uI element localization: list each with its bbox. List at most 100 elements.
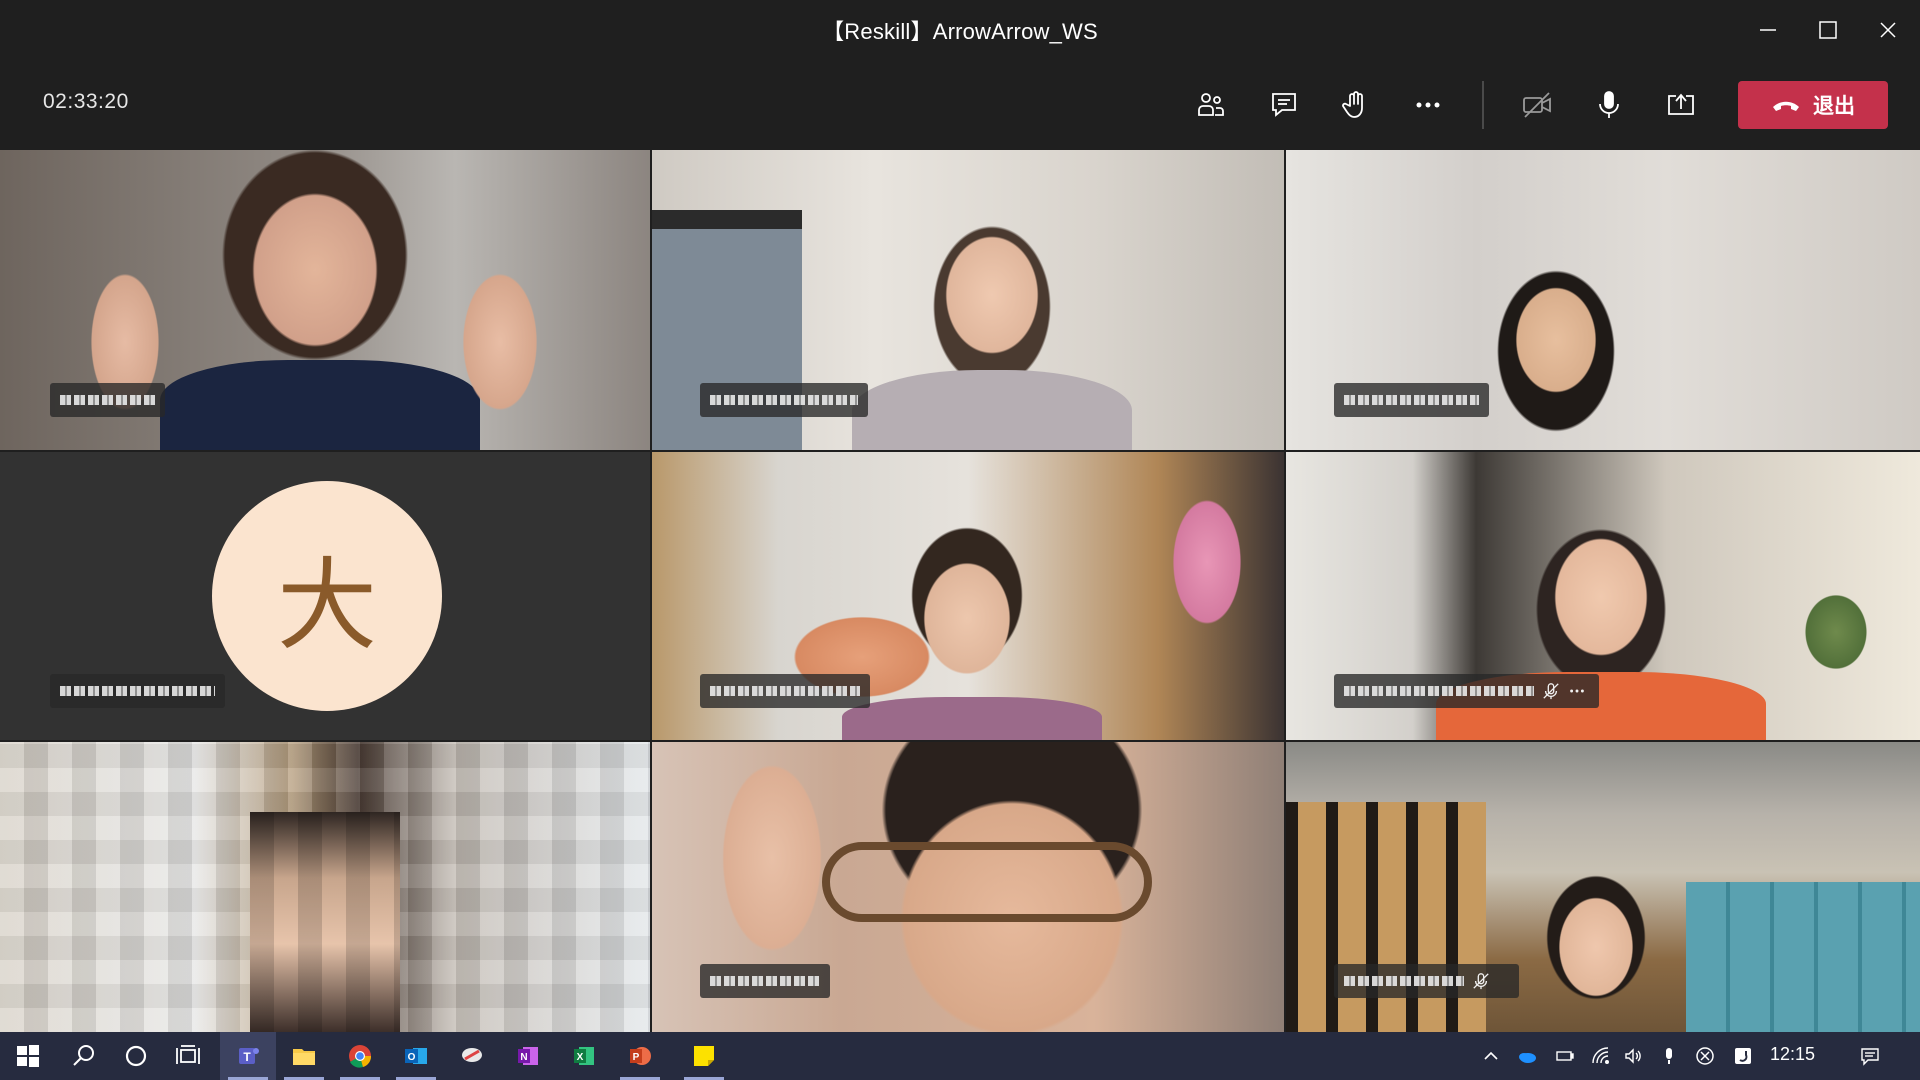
task-view-icon xyxy=(176,1045,200,1064)
task-view-button[interactable] xyxy=(160,1032,216,1080)
powerpoint-button[interactable]: P xyxy=(612,1032,668,1080)
start-button[interactable] xyxy=(0,1032,56,1080)
notifications-icon xyxy=(1861,1048,1879,1066)
chat-button[interactable] xyxy=(1259,80,1309,130)
leave-label: 退出 xyxy=(1813,95,1855,118)
microphone-icon xyxy=(1666,1048,1672,1064)
participant-tile[interactable] xyxy=(0,150,650,450)
raise-hand-button[interactable] xyxy=(1330,80,1380,130)
powerpoint-icon: P xyxy=(630,1047,651,1065)
microphone-icon xyxy=(1599,91,1619,118)
status-button[interactable] xyxy=(1690,1032,1720,1080)
minimize-icon xyxy=(1760,29,1776,31)
close-circle-icon xyxy=(1696,1047,1714,1065)
participant-name-tag xyxy=(1334,674,1599,708)
microphone-tray-button[interactable] xyxy=(1654,1032,1684,1080)
meeting-toolbar: 02:33:20 退出 xyxy=(0,60,1920,150)
maximize-button[interactable] xyxy=(1798,0,1858,60)
participant-tile[interactable] xyxy=(1286,452,1920,740)
show-hidden-icons-button[interactable] xyxy=(1478,1032,1504,1080)
more-icon xyxy=(1416,102,1440,108)
svg-text:P: P xyxy=(633,1052,640,1063)
outlook-icon: O xyxy=(405,1048,427,1064)
cortana-icon xyxy=(125,1045,147,1067)
action-center-button[interactable] xyxy=(1852,1032,1888,1080)
maximize-icon xyxy=(1819,21,1837,39)
participant-name-tag xyxy=(700,964,830,998)
microphone-button[interactable] xyxy=(1584,80,1634,130)
outlook-button[interactable]: O xyxy=(388,1032,444,1080)
onenote-icon: N xyxy=(518,1047,538,1065)
app-tray-button[interactable] xyxy=(1728,1032,1758,1080)
windows-taskbar: T O N X P 12:15 xyxy=(0,1032,1920,1080)
participants-button[interactable] xyxy=(1186,80,1236,130)
search-button[interactable] xyxy=(56,1032,112,1080)
participant-tile[interactable] xyxy=(0,742,650,1032)
wifi-button[interactable] xyxy=(1586,1032,1616,1080)
file-explorer-button[interactable] xyxy=(276,1032,332,1080)
wifi-icon xyxy=(1592,1047,1609,1064)
snip-icon xyxy=(462,1048,482,1062)
muted-microphone-icon xyxy=(1473,973,1489,990)
system-clock[interactable]: 12:15 xyxy=(1770,1044,1815,1065)
title-bar: 【Reskill】ArrowArrow_WS xyxy=(0,0,1920,61)
participant-name-tag xyxy=(1334,383,1489,417)
window-title: 【Reskill】ArrowArrow_WS xyxy=(822,19,1098,44)
start-icon xyxy=(17,1045,39,1067)
sticky-notes-icon xyxy=(694,1046,714,1066)
participant-tile[interactable] xyxy=(652,150,1284,450)
raise-hand-icon xyxy=(1342,91,1363,118)
snip-button[interactable] xyxy=(444,1032,500,1080)
participant-tile[interactable] xyxy=(652,742,1284,1032)
close-icon xyxy=(1880,22,1896,38)
video-grid: 大 xyxy=(0,150,1920,1032)
participant-name-tag xyxy=(1334,964,1519,998)
onedrive-icon xyxy=(1519,1053,1536,1063)
participant-tile[interactable]: 大 xyxy=(0,452,650,740)
svg-text:N: N xyxy=(520,1052,527,1063)
sticky-notes-button[interactable] xyxy=(676,1032,732,1080)
more-icon[interactable] xyxy=(1568,682,1586,700)
toolbar-divider xyxy=(1482,81,1484,129)
participant-name-tag xyxy=(50,674,225,708)
participant-name-tag xyxy=(700,383,868,417)
participant-tile[interactable] xyxy=(1286,150,1920,450)
more-actions-button[interactable] xyxy=(1403,80,1453,130)
chat-icon xyxy=(1272,93,1296,117)
share-screen-icon xyxy=(1668,93,1694,115)
chevron-up-icon xyxy=(1484,1051,1498,1060)
participant-tile[interactable] xyxy=(652,452,1284,740)
participant-name-tag xyxy=(50,383,165,417)
participant-avatar: 大 xyxy=(212,481,442,711)
onenote-button[interactable]: N xyxy=(500,1032,556,1080)
chrome-icon xyxy=(349,1045,372,1068)
svg-text:O: O xyxy=(408,1052,416,1063)
close-button[interactable] xyxy=(1858,0,1918,60)
volume-icon xyxy=(1625,1048,1641,1064)
onedrive-button[interactable] xyxy=(1512,1032,1542,1080)
volume-button[interactable] xyxy=(1618,1032,1648,1080)
meeting-timer: 02:33:20 xyxy=(43,90,129,113)
muted-microphone-icon xyxy=(1543,683,1559,700)
participants-icon xyxy=(1198,93,1224,116)
share-screen-button[interactable] xyxy=(1656,80,1706,130)
teams-taskbar-button[interactable]: T xyxy=(220,1032,276,1080)
excel-button[interactable]: X xyxy=(556,1032,612,1080)
chrome-button[interactable] xyxy=(332,1032,388,1080)
minimize-button[interactable] xyxy=(1738,0,1798,60)
teams-icon: T xyxy=(239,1048,259,1064)
file-explorer-icon xyxy=(293,1049,315,1065)
participant-tile[interactable] xyxy=(1286,742,1920,1032)
excel-icon: X xyxy=(574,1047,594,1065)
app-tray-icon xyxy=(1735,1048,1751,1064)
camera-toggle-button[interactable] xyxy=(1512,80,1562,130)
search-icon xyxy=(73,1045,94,1066)
svg-text:T: T xyxy=(243,1050,251,1064)
cortana-button[interactable] xyxy=(108,1032,164,1080)
hang-up-icon xyxy=(1773,101,1799,111)
battery-icon xyxy=(1556,1051,1574,1061)
svg-text:X: X xyxy=(577,1052,584,1063)
battery-button[interactable] xyxy=(1550,1032,1580,1080)
leave-button[interactable]: 退出 xyxy=(1738,81,1888,129)
camera-off-icon xyxy=(1523,92,1551,118)
